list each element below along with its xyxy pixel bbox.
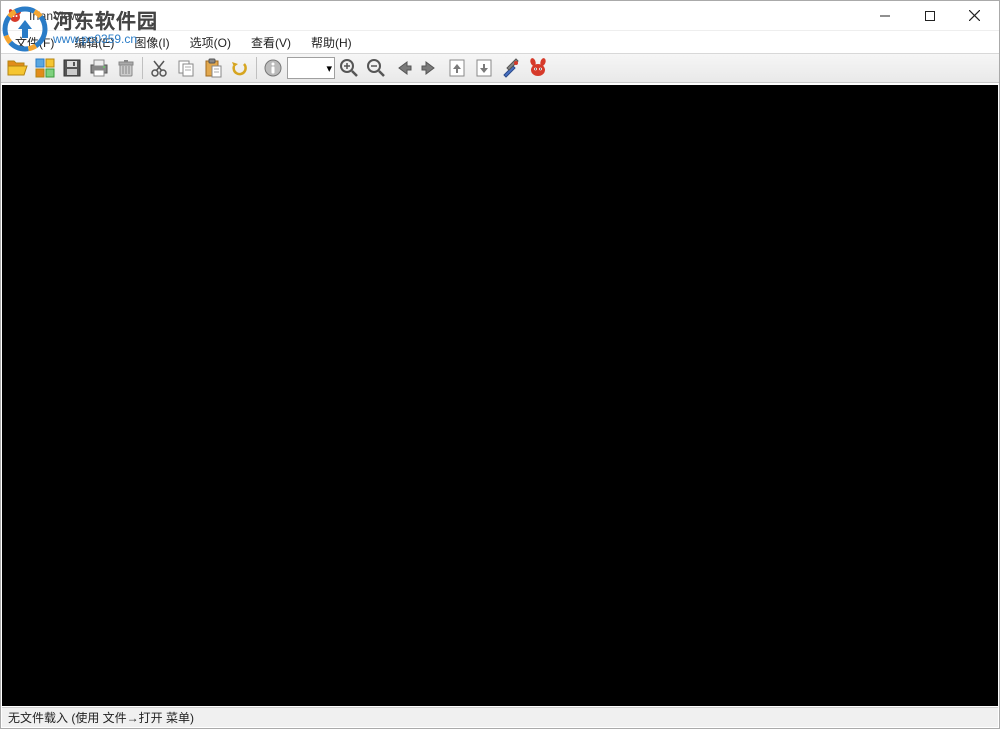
undo-icon xyxy=(230,58,250,78)
toolbar-separator xyxy=(142,57,143,79)
window-title: IrfanView xyxy=(29,9,79,23)
status-text: 无文件载入 (使用 文件→打开 菜单) xyxy=(8,709,194,726)
delete-button[interactable] xyxy=(113,55,139,81)
menu-view[interactable]: 查看(V) xyxy=(241,32,301,53)
toolbar-separator xyxy=(256,57,257,79)
arrow-right-icon xyxy=(420,58,440,78)
window-controls xyxy=(862,1,997,30)
info-icon xyxy=(263,58,283,78)
scissors-icon xyxy=(149,58,169,78)
printer-icon xyxy=(89,58,109,78)
undo-button[interactable] xyxy=(227,55,253,81)
paste-button[interactable] xyxy=(200,55,226,81)
settings-button[interactable] xyxy=(498,55,524,81)
trash-icon xyxy=(116,58,136,78)
titlebar: IrfanView xyxy=(1,1,999,31)
maximize-button[interactable] xyxy=(907,1,952,30)
statusbar: 无文件载入 (使用 文件→打开 菜单) xyxy=(2,707,998,727)
copy-button[interactable] xyxy=(173,55,199,81)
folder-open-icon xyxy=(7,58,29,78)
info-button[interactable] xyxy=(260,55,286,81)
irfanview-mascot-icon xyxy=(527,57,549,79)
thumbnails-icon xyxy=(35,58,55,78)
prev-button[interactable] xyxy=(390,55,416,81)
close-button[interactable] xyxy=(952,1,997,30)
page-down-icon xyxy=(474,58,494,78)
toolbar: ▾ xyxy=(1,53,999,83)
zoom-in-button[interactable] xyxy=(336,55,362,81)
cut-button[interactable] xyxy=(146,55,172,81)
menu-options[interactable]: 选项(O) xyxy=(180,32,241,53)
menu-edit[interactable]: 编辑(E) xyxy=(64,32,124,53)
app-icon xyxy=(7,8,23,24)
copy-icon xyxy=(176,58,196,78)
first-page-button[interactable] xyxy=(444,55,470,81)
menubar: 文件(F) 编辑(E) 图像(I) 选项(O) 查看(V) 帮助(H) xyxy=(1,31,999,53)
clipboard-icon xyxy=(203,58,223,78)
zoom-out-icon xyxy=(366,58,386,78)
print-button[interactable] xyxy=(86,55,112,81)
minimize-button[interactable] xyxy=(862,1,907,30)
thumbnails-button[interactable] xyxy=(32,55,58,81)
zoom-out-button[interactable] xyxy=(363,55,389,81)
last-page-button[interactable] xyxy=(471,55,497,81)
chevron-down-icon: ▾ xyxy=(326,62,332,75)
save-button[interactable] xyxy=(59,55,85,81)
tools-icon xyxy=(501,58,521,78)
about-button[interactable] xyxy=(525,55,551,81)
menu-file[interactable]: 文件(F) xyxy=(5,32,64,53)
floppy-disk-icon xyxy=(62,58,82,78)
open-button[interactable] xyxy=(5,55,31,81)
page-up-icon xyxy=(447,58,467,78)
zoom-select[interactable]: ▾ xyxy=(287,57,335,79)
arrow-left-icon xyxy=(393,58,413,78)
menu-image[interactable]: 图像(I) xyxy=(124,32,179,53)
next-button[interactable] xyxy=(417,55,443,81)
image-viewport[interactable] xyxy=(2,85,998,706)
menu-help[interactable]: 帮助(H) xyxy=(301,32,362,53)
zoom-in-icon xyxy=(339,58,359,78)
